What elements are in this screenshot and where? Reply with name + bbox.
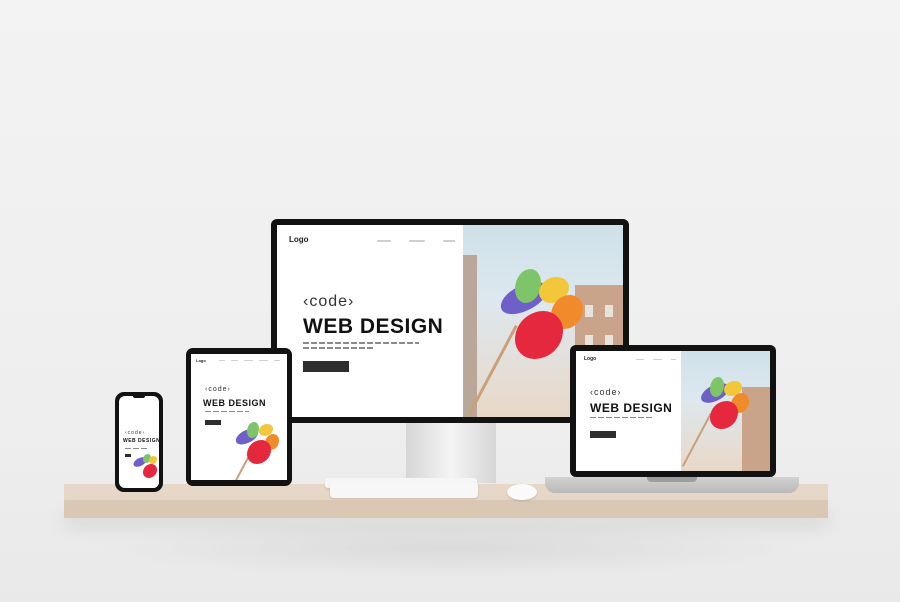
torn-edge bbox=[676, 351, 681, 471]
pinwheel-petal bbox=[247, 440, 271, 464]
mouse bbox=[507, 484, 537, 500]
hero-description bbox=[590, 417, 652, 418]
hero-title: WEB DESIGN bbox=[303, 315, 444, 338]
nav-item bbox=[219, 360, 225, 361]
torn-edge bbox=[455, 225, 463, 417]
nav-item bbox=[259, 360, 268, 361]
shelf-front bbox=[64, 500, 828, 518]
site-logo: Logo bbox=[289, 235, 309, 244]
monitor-stand-neck bbox=[406, 423, 496, 483]
shelf-shadow bbox=[90, 518, 810, 578]
pinwheel-stick bbox=[681, 413, 712, 467]
hero-title: WEB DESIGN bbox=[203, 398, 267, 408]
hero-image bbox=[131, 452, 159, 488]
pinwheel-petal bbox=[710, 401, 738, 429]
laptop-notch bbox=[647, 477, 697, 482]
hero-button bbox=[590, 431, 616, 438]
nav-item bbox=[244, 360, 253, 361]
laptop: Logo ‹code› WEB DESIGN bbox=[570, 345, 776, 477]
hero-description bbox=[205, 411, 249, 412]
hero-description bbox=[303, 347, 373, 349]
nav-item bbox=[231, 360, 238, 361]
laptop-screen: Logo ‹code› WEB DESIGN bbox=[576, 351, 770, 471]
phone-notch bbox=[133, 394, 145, 398]
hero-kicker: ‹code› bbox=[125, 430, 146, 436]
hero-description bbox=[125, 448, 149, 449]
nav-item bbox=[274, 360, 280, 361]
hero-title: WEB DESIGN bbox=[123, 438, 159, 444]
nav-item bbox=[653, 359, 662, 360]
hero-image bbox=[676, 351, 770, 471]
hero-title: WEB DESIGN bbox=[590, 401, 673, 415]
site-logo: Logo bbox=[196, 358, 206, 363]
hero-kicker: ‹code› bbox=[205, 386, 231, 393]
hero-description bbox=[303, 342, 419, 344]
site-logo: Logo bbox=[584, 356, 597, 362]
window bbox=[605, 305, 613, 317]
nav-item bbox=[409, 240, 425, 242]
pinwheel-petal bbox=[143, 464, 157, 478]
site-nav bbox=[219, 360, 280, 361]
keyboard bbox=[330, 482, 478, 498]
hero-kicker: ‹code› bbox=[303, 293, 355, 310]
hero-image bbox=[221, 416, 287, 480]
hero-kicker: ‹code› bbox=[590, 387, 622, 397]
nav-item bbox=[636, 359, 644, 360]
tablet-screen: Logo ‹code› WEB DESIGN bbox=[191, 354, 287, 480]
pinwheel-petal bbox=[149, 456, 157, 464]
pinwheel-petal bbox=[515, 311, 563, 359]
tablet: Logo ‹code› WEB DESIGN bbox=[186, 348, 292, 486]
smartphone: ‹code› WEB DESIGN bbox=[115, 392, 163, 492]
phone-screen: ‹code› WEB DESIGN bbox=[119, 396, 159, 488]
nav-item bbox=[377, 240, 391, 242]
window bbox=[585, 305, 593, 317]
hero-button bbox=[303, 361, 349, 372]
